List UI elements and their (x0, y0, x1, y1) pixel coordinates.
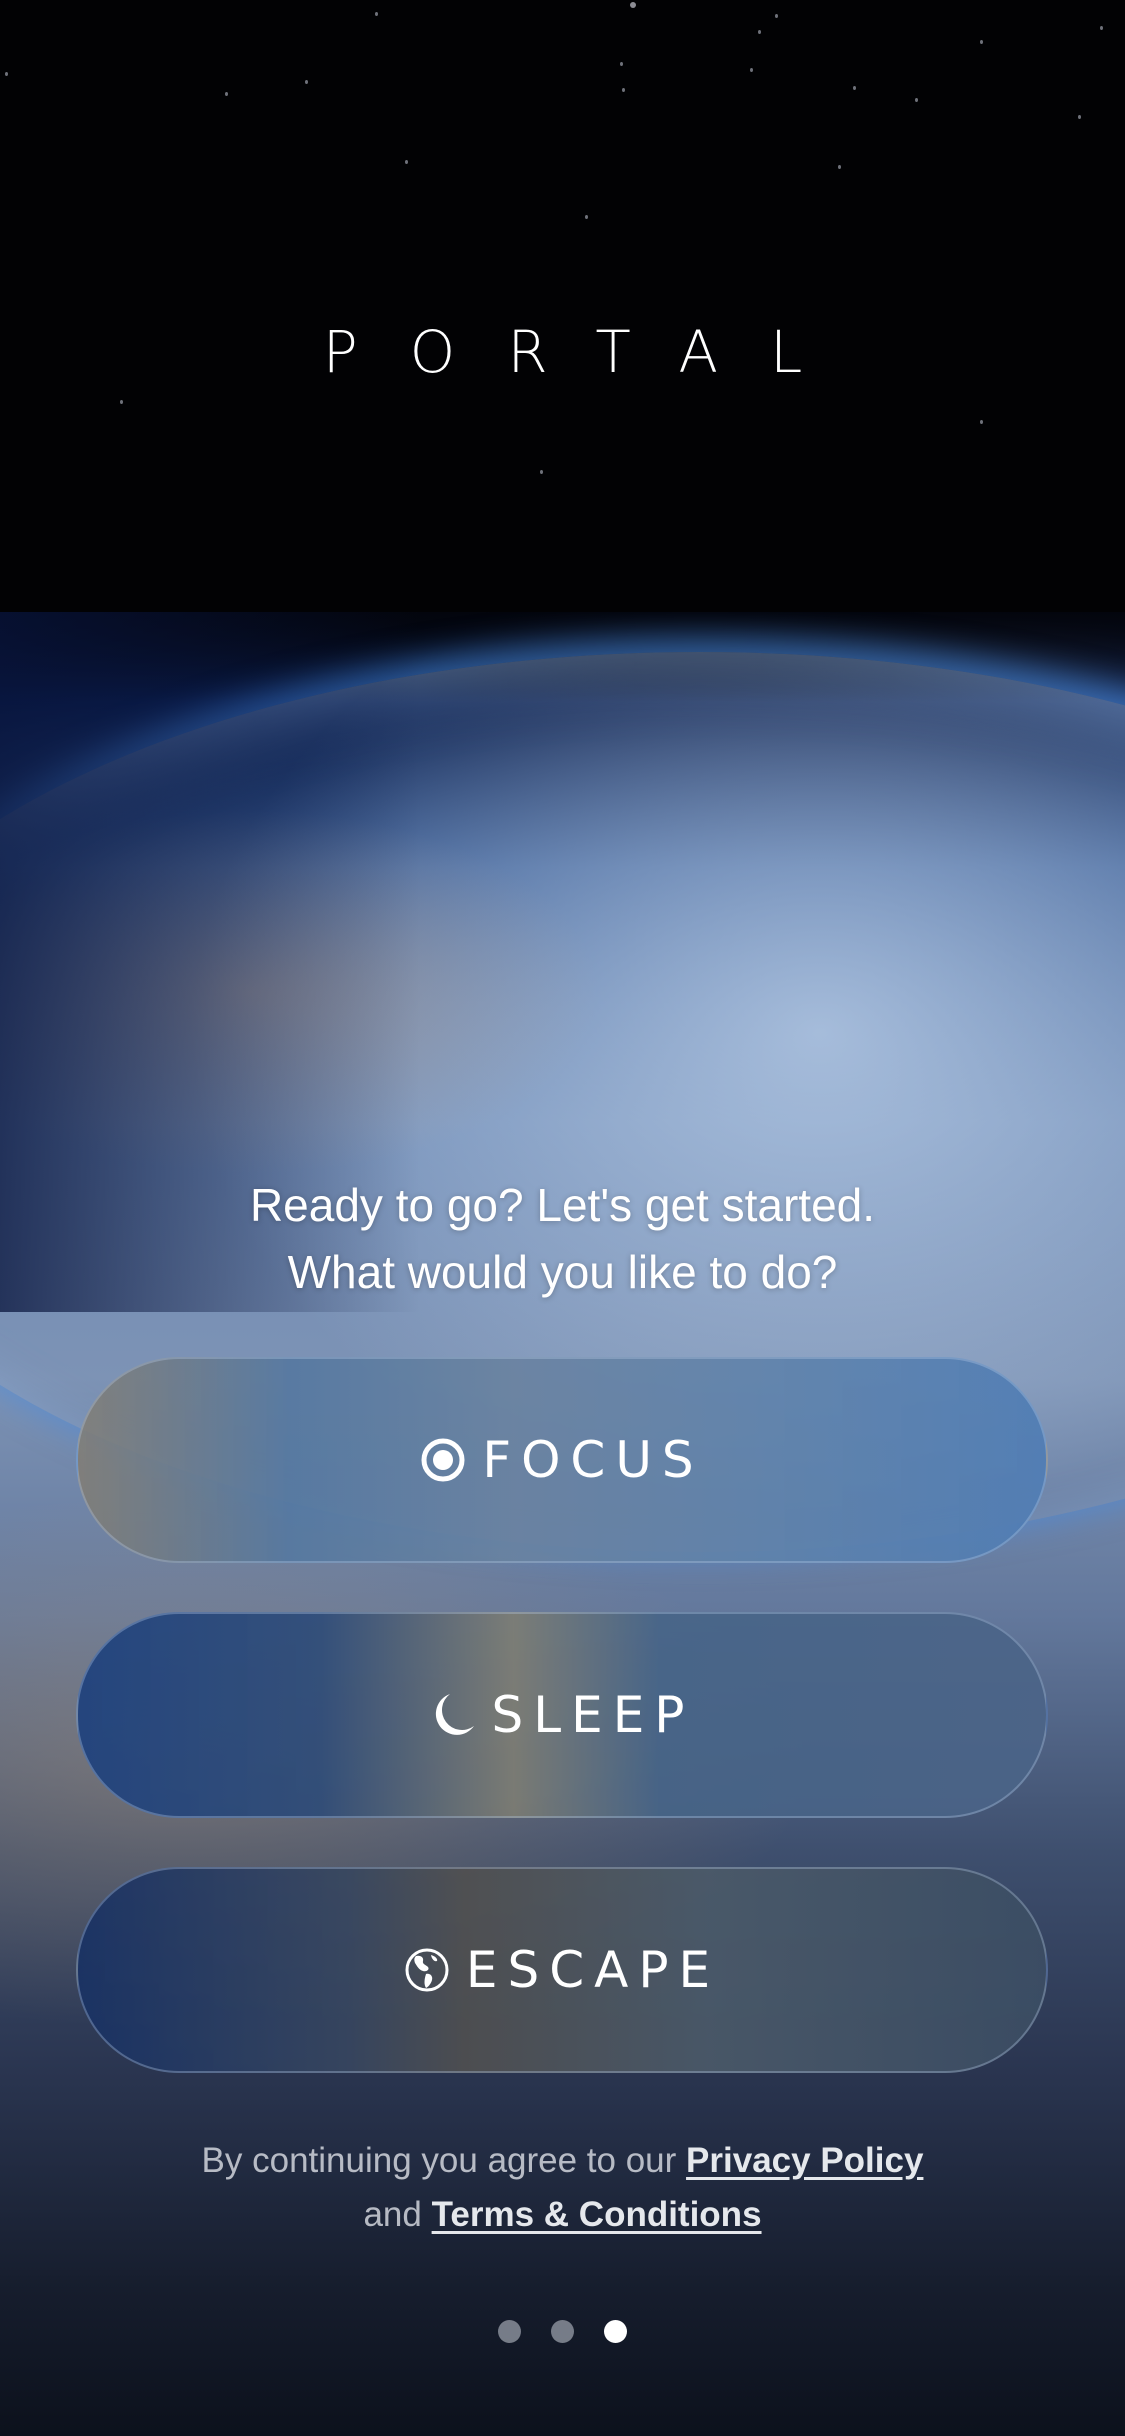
star (980, 420, 983, 424)
focus-target-icon (420, 1437, 466, 1483)
page-dot-3-active[interactable] (604, 2320, 627, 2343)
privacy-policy-link[interactable]: Privacy Policy (686, 2141, 923, 2180)
page-dot-2[interactable] (551, 2320, 574, 2343)
focus-button-label: FOCUS (482, 1431, 704, 1489)
moon-icon (430, 1692, 476, 1738)
star (5, 72, 8, 76)
sleep-button-label: SLEEP (491, 1686, 695, 1744)
star (225, 92, 228, 96)
star (120, 400, 123, 404)
star (838, 165, 841, 169)
app-logo-title: PORTAL (322, 318, 855, 386)
star (750, 68, 753, 72)
star (758, 30, 761, 34)
globe-icon (404, 1947, 450, 1993)
star (915, 98, 918, 102)
starfield-background (0, 0, 1125, 612)
onboarding-prompt: Ready to go? Let's get started. What wou… (0, 1172, 1125, 1306)
star (375, 12, 378, 16)
star (853, 86, 856, 90)
prompt-line-1: Ready to go? Let's get started. (249, 1179, 876, 1231)
star (775, 14, 778, 18)
escape-button[interactable]: ESCAPE (76, 1867, 1048, 2073)
legal-prefix: By continuing you agree to our (201, 2141, 677, 2180)
star (630, 2, 636, 8)
sleep-button[interactable]: SLEEP (76, 1612, 1048, 1818)
page-dot-1[interactable] (498, 2320, 521, 2343)
page-indicator (0, 2320, 1125, 2343)
star (620, 62, 623, 66)
star (1078, 115, 1081, 119)
escape-button-label: ESCAPE (465, 1941, 721, 1999)
legal-conjunction: and (363, 2195, 422, 2234)
star (622, 88, 625, 92)
star (305, 80, 308, 84)
star (1100, 26, 1103, 30)
star (585, 215, 588, 219)
legal-consent-text: By continuing you agree to our Privacy P… (0, 2134, 1125, 2242)
prompt-line-2: What would you like to do? (287, 1246, 838, 1298)
terms-conditions-link[interactable]: Terms & Conditions (432, 2195, 762, 2234)
star (980, 40, 983, 44)
focus-button[interactable]: FOCUS (76, 1357, 1048, 1563)
star (405, 160, 408, 164)
star (540, 470, 543, 474)
